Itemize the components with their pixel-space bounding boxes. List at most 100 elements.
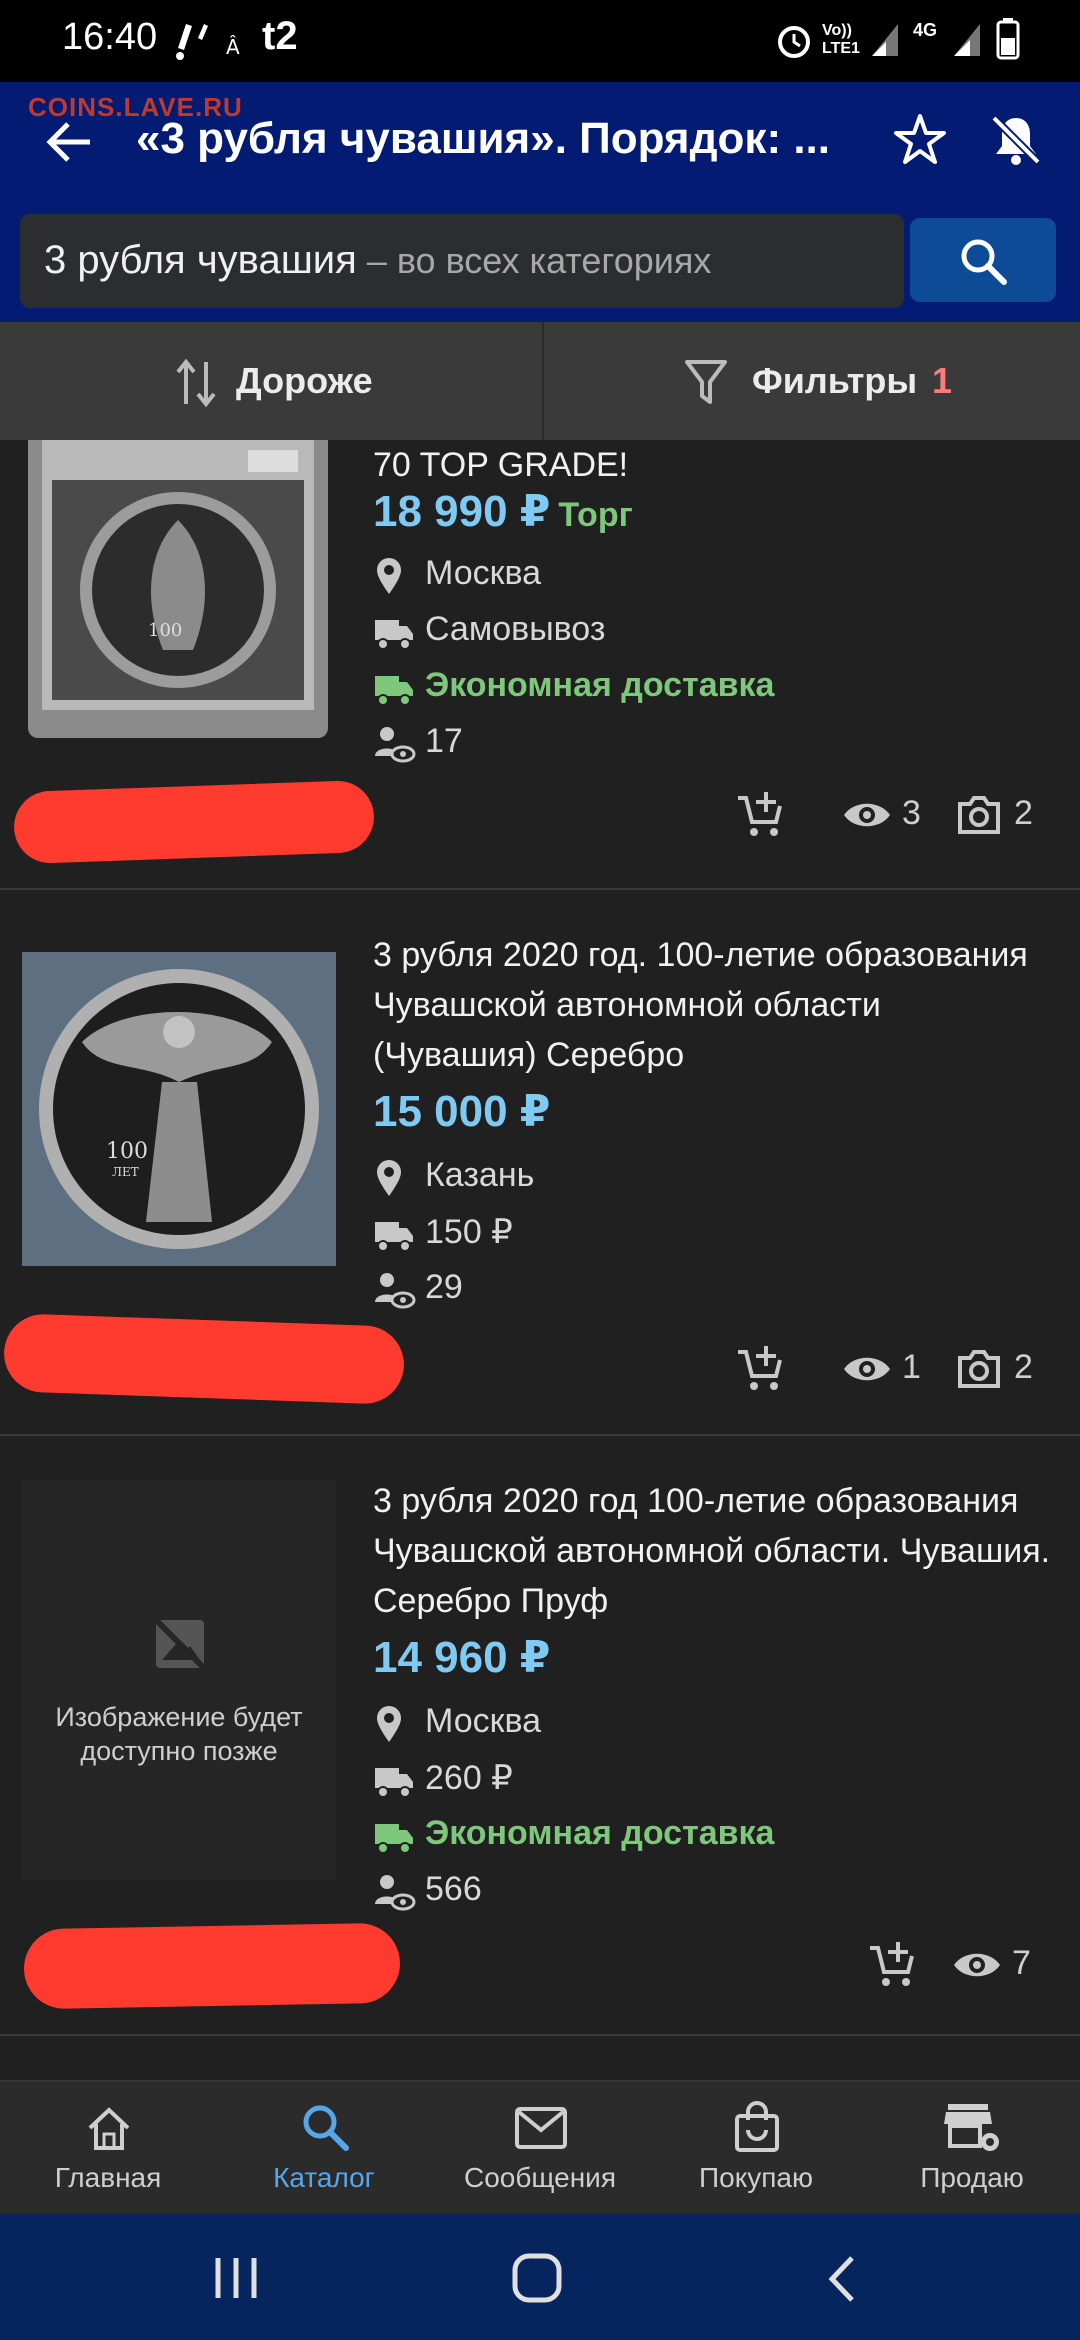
photos-count: 2 xyxy=(1014,794,1033,832)
views-stat: 7 xyxy=(952,1944,1062,2000)
redacted-seller xyxy=(23,1922,401,2010)
delivery-truck-icon xyxy=(375,1222,413,1252)
nav-selling[interactable]: Продаю xyxy=(864,2082,1080,2216)
search-query: 3 рубля чувашия xyxy=(44,238,357,282)
home-button-icon[interactable] xyxy=(510,2252,566,2304)
sort-button[interactable]: Дороже xyxy=(0,322,540,440)
nav-label: Каталог xyxy=(273,2162,375,2193)
views-count: 3 xyxy=(902,794,921,832)
nav-messages[interactable]: Сообщения xyxy=(432,2082,648,2216)
buyers-count: 566 xyxy=(425,1870,482,1908)
delivery-truck-icon xyxy=(375,1824,413,1854)
back-arrow-icon[interactable] xyxy=(42,118,94,171)
location-text: Москва xyxy=(425,1702,542,1740)
location-text: Казань xyxy=(425,1156,535,1194)
filter-button[interactable]: Фильтры 1 xyxy=(542,322,1080,440)
listing-photo[interactable]: 100 xyxy=(28,440,328,738)
price-value: 14 960 ₽ xyxy=(373,1633,551,1682)
store-settings-icon xyxy=(944,2104,999,2151)
favorite-star-icon[interactable] xyxy=(892,112,948,173)
svg-text:100: 100 xyxy=(106,1139,148,1164)
delivery-truck-icon xyxy=(375,676,413,706)
delivery-text: 260 ₽ xyxy=(425,1759,513,1797)
listing-photo-placeholder[interactable]: Изображение будет доступно позже xyxy=(22,1480,336,1880)
location-pin-icon xyxy=(377,558,401,594)
location-pin-icon xyxy=(377,1706,401,1742)
listing-price: 15 000 ₽ xyxy=(373,1086,550,1137)
watchers-icon xyxy=(375,1273,416,1309)
listing-price: 18 990 ₽ Торг xyxy=(373,486,633,537)
bottom-navigation: Главная Каталог Сообщения Покупаю Продаю xyxy=(0,2080,1080,2216)
filter-label: Фильтры xyxy=(752,360,918,401)
mail-icon xyxy=(515,2107,567,2149)
camera-icon xyxy=(958,796,1000,834)
listing-photo[interactable]: 100 ЛЕТ xyxy=(22,952,336,1266)
eye-icon xyxy=(954,1953,1000,1977)
eye-icon xyxy=(844,803,890,827)
listing-card[interactable]: 100 70 TOP GRADE! 18 990 ₽ Торг Москва Са… xyxy=(0,440,1080,890)
nav-buying[interactable]: Покупаю xyxy=(648,2082,864,2216)
search-input[interactable]: 3 рубля чувашия – во всех категориях xyxy=(20,214,904,308)
sort-label: Дороже xyxy=(236,360,373,401)
listing-title[interactable]: 3 рубля 2020 год. 100-летие образования … xyxy=(373,930,1053,1080)
filter-count-badge: 1 xyxy=(932,360,953,401)
nav-label: Покупаю xyxy=(699,2162,813,2193)
nav-home[interactable]: Главная xyxy=(0,2082,216,2216)
search-icon xyxy=(961,239,1007,285)
delivery-text: Самовывоз xyxy=(425,610,606,648)
filter-funnel-icon xyxy=(685,360,727,404)
back-button-icon[interactable] xyxy=(822,2254,862,2304)
home-icon xyxy=(88,2107,130,2150)
svg-text:100: 100 xyxy=(148,620,182,641)
listing-card[interactable]: 100 ЛЕТ 3 рубля 2020 год. 100-летие образ… xyxy=(0,890,1080,1436)
sort-arrows-icon xyxy=(176,358,216,408)
recent-apps-icon[interactable] xyxy=(212,2256,262,2300)
buyers-count: 17 xyxy=(425,722,463,760)
add-to-cart-icon[interactable] xyxy=(736,1344,784,1392)
sort-filter-bar: Дороже Фильтры 1 xyxy=(0,322,1080,441)
delivery-text: 150 ₽ xyxy=(425,1213,513,1251)
eye-icon xyxy=(844,1357,890,1381)
placeholder-text: Изображение будет доступно позже xyxy=(55,1702,303,1766)
svg-text:ЛЕТ: ЛЕТ xyxy=(112,1165,139,1179)
status-bar: 16:40 Â t2 Vo)) LTE1 4G xyxy=(0,0,1080,82)
location-text: Москва xyxy=(425,554,542,592)
nav-label: Продаю xyxy=(920,2162,1024,2193)
battery-icon xyxy=(996,18,1020,65)
watchers-icon xyxy=(375,1875,416,1911)
delivery-truck-icon xyxy=(375,620,413,650)
views-count: 1 xyxy=(902,1348,921,1386)
redacted-seller xyxy=(2,1313,406,1405)
carrier-label: t2 xyxy=(262,14,298,58)
signal-icon xyxy=(870,22,900,63)
photos-count: 2 xyxy=(1014,1348,1033,1386)
page-title: «3 рубля чувашия». Порядок: ... xyxy=(136,114,830,163)
nav-catalog[interactable]: Каталог xyxy=(216,2082,432,2216)
volte-label: Vo)) LTE1 xyxy=(822,22,860,57)
listing-card[interactable]: Изображение будет доступно позже 3 рубля… xyxy=(0,1436,1080,2036)
price-value: 18 990 ₽ xyxy=(373,487,551,536)
add-to-cart-icon[interactable] xyxy=(736,790,784,838)
buyers-count: 29 xyxy=(425,1268,463,1306)
search-button[interactable] xyxy=(910,218,1056,302)
notification-icons: Â xyxy=(172,18,252,67)
nav-label: Главная xyxy=(54,2162,162,2193)
listing-price: 14 960 ₽ xyxy=(373,1632,550,1683)
economy-delivery-text: Экономная доставка xyxy=(425,1814,775,1852)
search-icon xyxy=(303,2105,349,2151)
views-count: 7 xyxy=(1012,1944,1031,1982)
shopping-bag-icon xyxy=(735,2101,779,2152)
listing-title[interactable]: 3 рубля 2020 год 100-летие образования Ч… xyxy=(373,1476,1053,1626)
listing-title[interactable]: 70 TOP GRADE! xyxy=(373,440,1053,490)
status-time: 16:40 xyxy=(62,16,158,58)
watchers-icon xyxy=(375,727,416,763)
add-to-cart-icon[interactable] xyxy=(868,1940,916,1988)
alarm-icon xyxy=(774,20,814,65)
search-query-text: 3 рубля чувашия – во всех категориях xyxy=(44,238,711,283)
bargain-badge: Торг xyxy=(558,496,633,534)
nav-label: Сообщения xyxy=(464,2162,616,2193)
notifications-off-icon[interactable] xyxy=(988,112,1044,173)
no-image-icon xyxy=(151,1615,209,1673)
signal-icon-2 xyxy=(952,22,982,63)
network-type: 4G xyxy=(913,20,938,40)
